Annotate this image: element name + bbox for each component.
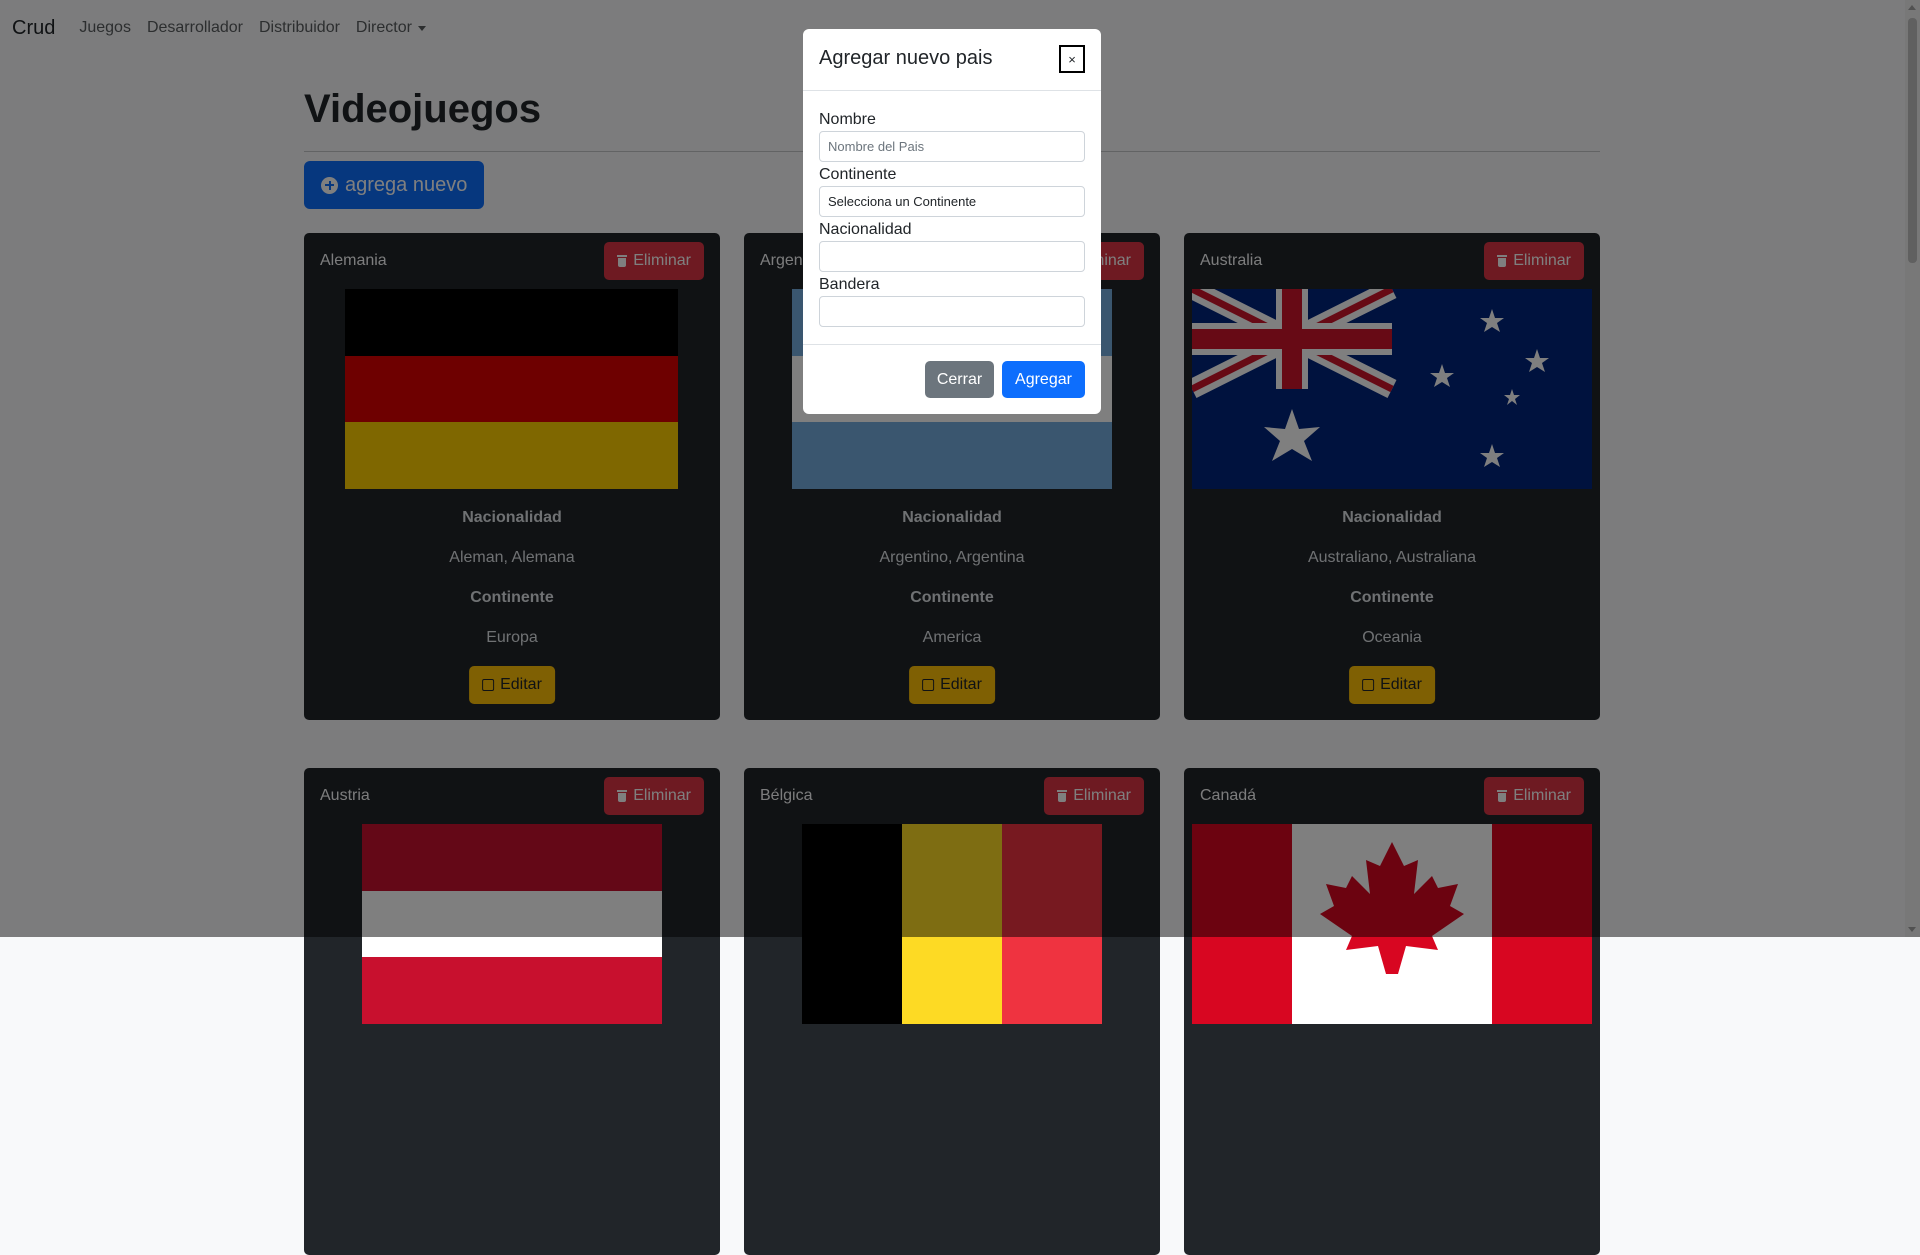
continente-select[interactable]: Selecciona un Continente: [819, 186, 1085, 217]
nombre-input[interactable]: [819, 131, 1085, 162]
continente-select-value: Selecciona un Continente: [828, 194, 977, 209]
close-icon[interactable]: ×: [1059, 45, 1085, 73]
add-country-modal: Agregar nuevo pais × Nombre Continente S…: [803, 29, 1101, 414]
bandera-input[interactable]: [819, 296, 1085, 327]
modal-footer: Cerrar Agregar: [803, 344, 1101, 414]
agregar-button[interactable]: Agregar: [1002, 361, 1085, 398]
nacionalidad-input[interactable]: [819, 241, 1085, 272]
nacionalidad-label: Nacionalidad: [819, 221, 912, 238]
modal-header: Agregar nuevo pais ×: [803, 29, 1101, 91]
cerrar-button[interactable]: Cerrar: [925, 361, 994, 398]
modal-title: Agregar nuevo pais: [819, 47, 993, 69]
continente-label: Continente: [819, 166, 897, 183]
bandera-label: Bandera: [819, 276, 880, 293]
nombre-label: Nombre: [819, 111, 876, 128]
